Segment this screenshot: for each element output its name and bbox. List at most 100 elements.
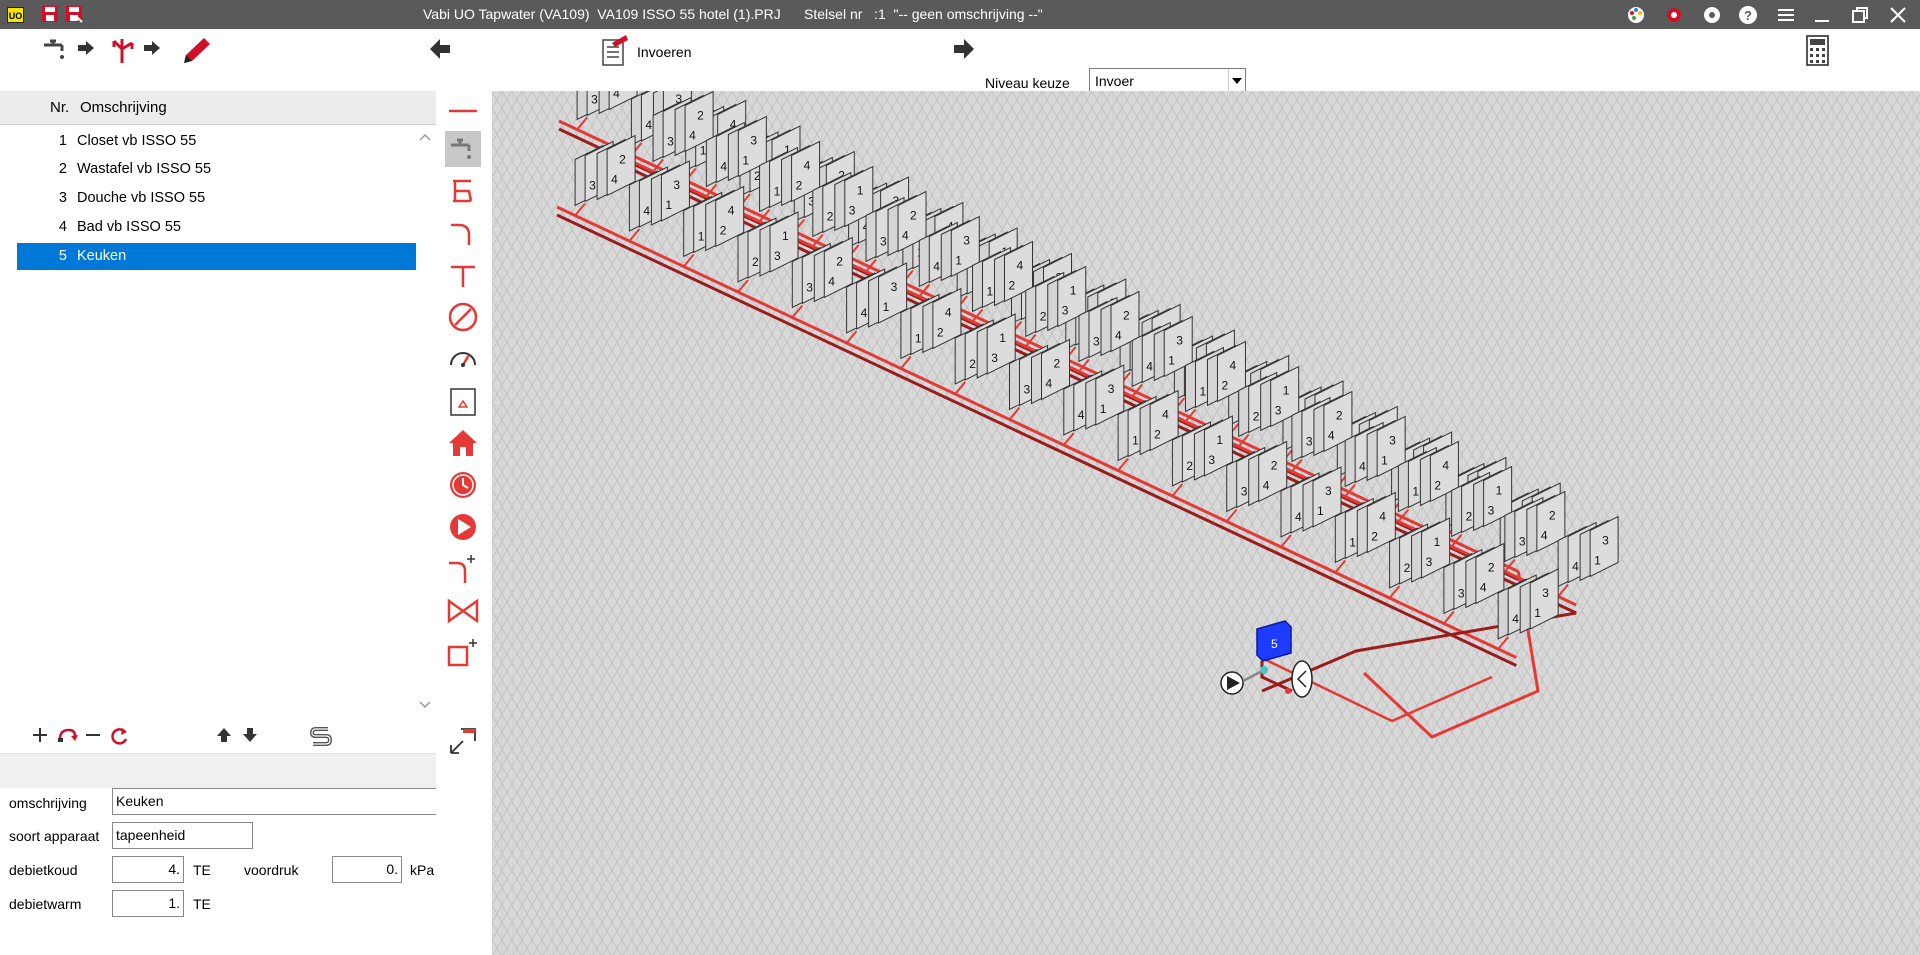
pipe-icon[interactable]: [445, 93, 481, 129]
corner-icon[interactable]: [445, 723, 481, 759]
house-icon[interactable]: [445, 425, 481, 461]
soort-apparaat-field[interactable]: tapeenheid: [112, 822, 253, 849]
omschrijving-label: omschrijving: [9, 795, 87, 811]
list-item[interactable]: 2 Wastafel vb ISSO 55: [17, 156, 416, 183]
menu-icon[interactable]: [1774, 3, 1798, 27]
fixture-label: 2: [752, 255, 759, 269]
bend-icon[interactable]: [445, 215, 481, 251]
omschrijving-field[interactable]: Keuken: [112, 788, 436, 815]
list-item[interactable]: 3 Douche vb ISSO 55: [17, 185, 416, 212]
fixture-label: 4: [1572, 560, 1579, 574]
fixture-label: 1: [955, 254, 962, 268]
boiler-icon[interactable]: [445, 173, 481, 209]
fixture-label: 4: [1359, 460, 1366, 474]
add-icon[interactable]: [30, 725, 50, 745]
niveau-select-value: Invoer: [1095, 73, 1134, 89]
undo-icon[interactable]: [56, 725, 78, 745]
fixture-label: 3: [774, 249, 781, 263]
drawing-canvas[interactable]: 1324243131424213132424313142421313242431…: [492, 91, 1920, 955]
invoeren-label[interactable]: Invoeren: [637, 44, 691, 60]
fixture-label: 4: [1046, 377, 1053, 391]
fixture-label: 3: [1389, 434, 1396, 448]
fixture-label: 1: [999, 331, 1006, 345]
fixture-label: 3: [880, 235, 887, 249]
tap-icon[interactable]: [445, 131, 481, 167]
fixture-label: 1: [1434, 535, 1441, 549]
fixture-label: 3: [667, 135, 674, 149]
calculator-icon[interactable]: [1805, 35, 1831, 67]
arrow-left-icon[interactable]: [426, 35, 456, 65]
isometric-drawing[interactable]: 1324243131424213132424313142421313242431…: [492, 91, 1920, 955]
fixture-label: 2: [937, 326, 944, 340]
move-up-icon[interactable]: [214, 725, 234, 745]
chevron-down-icon[interactable]: [1228, 69, 1245, 92]
fixture-label: 4: [1328, 429, 1335, 443]
clock-icon[interactable]: [445, 467, 481, 503]
arrow-right-icon[interactable]: [948, 35, 978, 65]
move-down-icon[interactable]: [240, 725, 260, 745]
gear-icon[interactable]: [1700, 3, 1724, 27]
tap-next-icon[interactable]: [40, 35, 96, 67]
fixture-label: 3: [589, 179, 596, 193]
list-item-selected[interactable]: 5 Keuken: [17, 243, 416, 270]
refresh-icon[interactable]: [108, 725, 130, 747]
gauge-icon[interactable]: [445, 341, 481, 377]
valve-icon[interactable]: [445, 299, 481, 335]
fixture-label: 3: [1093, 335, 1100, 349]
minimize-icon[interactable]: [1810, 3, 1834, 27]
fixture-label: 1: [1216, 433, 1223, 447]
settings-icon[interactable]: [1662, 3, 1686, 27]
boiler-body: [1291, 660, 1313, 698]
branch-next-icon[interactable]: [108, 35, 164, 67]
save-icon[interactable]: [40, 4, 60, 24]
bend-add-icon[interactable]: [445, 551, 481, 587]
tee-icon[interactable]: [445, 257, 481, 293]
fixture-label: 4: [1480, 581, 1487, 595]
pencil-icon[interactable]: [178, 35, 214, 67]
fixture-label: 4: [804, 159, 811, 173]
fixture-label: 4: [1512, 612, 1519, 626]
fixture-label: 3: [963, 234, 970, 248]
column-header-nr[interactable]: Nr.: [50, 99, 69, 116]
butterfly-valve-icon[interactable]: [445, 593, 481, 629]
list-item[interactable]: 1 Closet vb ISSO 55: [17, 128, 416, 155]
fixture-label: 4: [1379, 510, 1386, 524]
left-panel: Nr. Omschrijving 1 Closet vb ISSO 55 2 W…: [0, 91, 436, 955]
list-item-nr: 3: [58, 190, 67, 206]
voordruk-label: voordruk: [244, 862, 299, 878]
fixture-label: 1: [1168, 354, 1175, 368]
fixture-label: 1: [774, 185, 781, 199]
box-add-icon[interactable]: [445, 635, 481, 671]
fixture-label: 1: [1070, 284, 1077, 298]
voordruk-field[interactable]: 0.: [332, 856, 402, 883]
restore-icon[interactable]: [1848, 3, 1872, 27]
fixture-label: 2: [1488, 561, 1495, 575]
soort-apparaat-label: soort apparaat: [9, 828, 100, 844]
pump-icon[interactable]: [445, 509, 481, 545]
close-icon[interactable]: [1886, 3, 1910, 27]
fixture-label: 4: [1541, 529, 1548, 543]
fixture-label: 4: [861, 306, 868, 320]
fixture-label: 3: [1306, 435, 1313, 449]
fixture-label: 2: [1123, 309, 1130, 323]
column-header-omschrijving[interactable]: Omschrijving: [80, 99, 167, 116]
tank-icon[interactable]: [445, 383, 481, 419]
palette-icon[interactable]: [1624, 3, 1648, 27]
niveau-select[interactable]: Invoer: [1089, 68, 1246, 93]
help-icon[interactable]: ?: [1736, 3, 1760, 27]
list-item[interactable]: 4 Bad vb ISSO 55: [17, 214, 416, 241]
fixture-label: 4: [720, 160, 727, 174]
list-item-label: Wastafel vb ISSO 55: [77, 161, 212, 177]
document-icon[interactable]: [598, 33, 632, 67]
save-as-icon[interactable]: [64, 4, 84, 24]
remove-icon[interactable]: [83, 725, 103, 745]
fixture-label: 2: [1434, 479, 1441, 493]
list-scrollbar[interactable]: [416, 126, 434, 716]
s-icon[interactable]: [308, 724, 334, 748]
debietwarm-label: debietwarm: [9, 896, 82, 912]
debietwarm-field[interactable]: 1.: [112, 890, 184, 917]
fixture-label: 3: [1062, 304, 1069, 318]
debietkoud-field[interactable]: 4.: [112, 856, 184, 883]
fixture-label: 3: [1275, 404, 1282, 418]
fixture-label: 4: [1146, 360, 1153, 374]
